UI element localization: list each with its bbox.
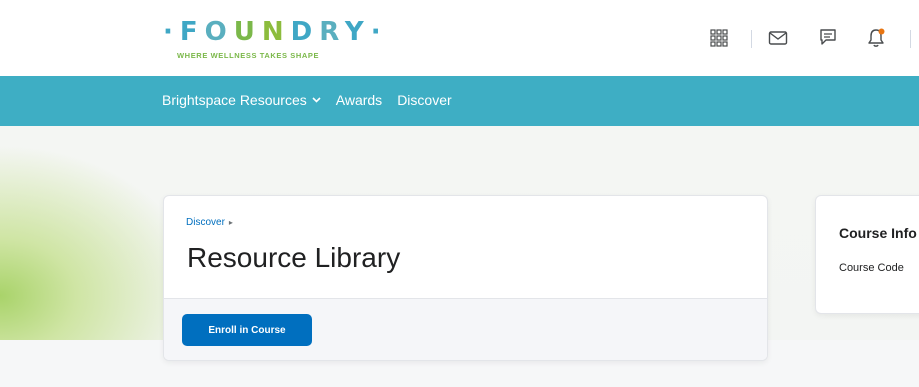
nav-item-discover[interactable]: Discover <box>397 92 451 108</box>
logo-letter: F <box>179 17 205 47</box>
header-divider <box>751 30 752 48</box>
logo-wordmark: ·FOUNDRY· <box>163 17 388 47</box>
logo-letter: Y <box>344 17 371 47</box>
notification-dot <box>878 28 885 35</box>
chevron-down-icon <box>312 97 321 103</box>
enroll-button[interactable]: Enroll in Course <box>182 314 312 346</box>
card-footer: Enroll in Course <box>164 298 767 360</box>
navbar: Brightspace Resources Awards Discover <box>0 76 919 126</box>
breadcrumb-chevron-icon: ▸ <box>228 218 233 227</box>
logo-letter: R <box>319 17 345 47</box>
logo-letter: N <box>261 17 291 47</box>
course-info-title: Course Info <box>839 225 917 241</box>
nav-item-brightspace-resources[interactable]: Brightspace Resources <box>162 92 321 108</box>
bell-icon[interactable] <box>862 24 890 52</box>
logo-letters: FOUNDRY <box>180 17 371 47</box>
chat-icon[interactable] <box>814 24 842 52</box>
nav-item-label: Discover <box>397 92 452 108</box>
header-divider <box>910 30 911 48</box>
nav-items: Brightspace Resources Awards Discover <box>162 92 452 108</box>
course-header-card: Discover ▸ Resource Library Enroll in Co… <box>163 195 768 361</box>
logo-letter: O <box>204 17 234 47</box>
app-grid-icon[interactable] <box>705 24 733 52</box>
logo-letter: U <box>233 17 262 47</box>
breadcrumb: Discover ▸ <box>186 217 233 228</box>
nav-item-label: Awards <box>335 92 383 108</box>
logo-letter: D <box>290 17 320 47</box>
nav-item-awards[interactable]: Awards <box>336 92 382 108</box>
course-info-card: Course Info Course Code <box>815 195 919 314</box>
nav-item-label: Brightspace Resources <box>162 92 307 108</box>
page-title: Resource Library <box>187 242 401 273</box>
course-code-label: Course Code <box>839 262 904 274</box>
mail-icon[interactable] <box>764 24 792 52</box>
breadcrumb-link-discover[interactable]: Discover <box>186 217 225 228</box>
foundry-logo[interactable]: ·FOUNDRY· WHERE WELLNESS TAKES SHAPE <box>163 18 388 60</box>
site-header: ·FOUNDRY· WHERE WELLNESS TAKES SHAPE <box>0 0 919 76</box>
logo-tagline: WHERE WELLNESS TAKES SHAPE <box>177 51 320 60</box>
